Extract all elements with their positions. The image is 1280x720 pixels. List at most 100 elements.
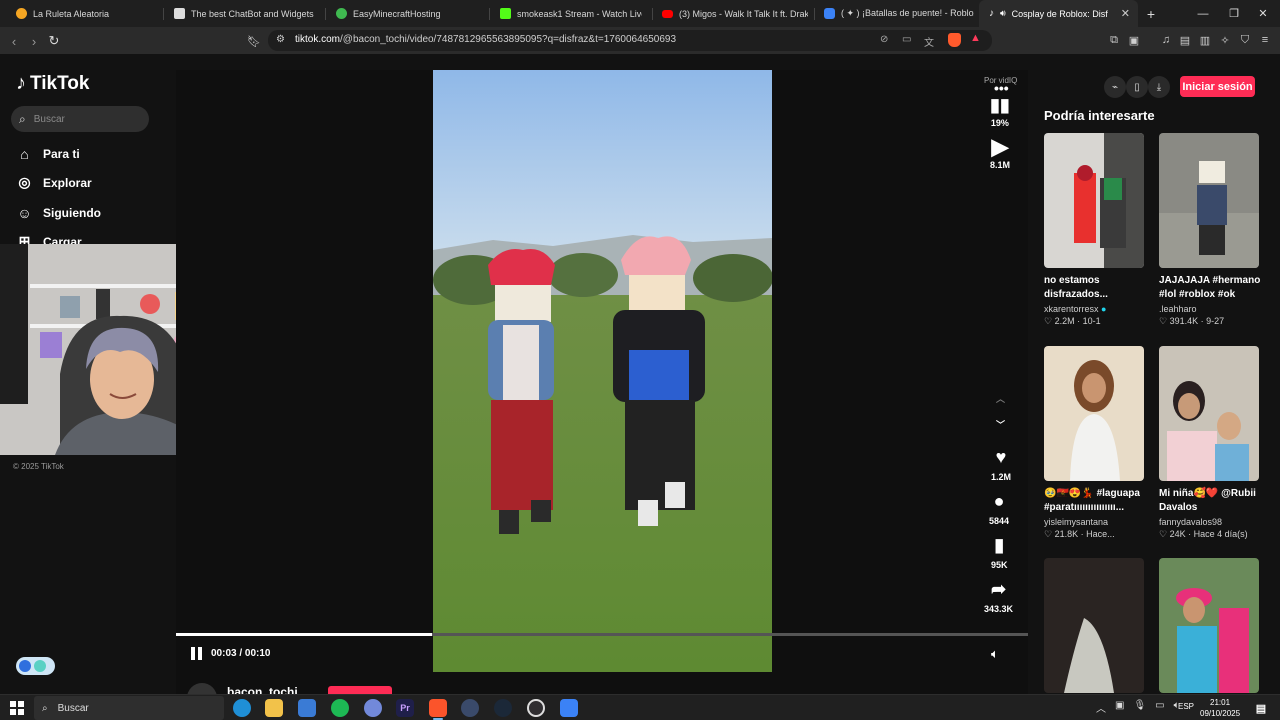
browser-tab-active[interactable]: ♪ 🔊︎ Cosplay de Roblox: Disfraces ✕ xyxy=(979,0,1138,27)
kick-icon xyxy=(500,8,511,19)
browser-tab[interactable]: La Ruleta Aleatoria xyxy=(6,0,158,27)
sidebar-icon[interactable]: ▤ xyxy=(1178,33,1192,47)
music-icon[interactable]: ♫ xyxy=(1159,33,1173,47)
browser-tab[interactable]: EasyMinecraftHosting xyxy=(326,0,486,27)
back-icon[interactable]: ‹ xyxy=(4,31,24,51)
suggested-video-card[interactable]: no estamos disfrazados... xkarentorresx … xyxy=(1044,133,1146,327)
video-thumbnail[interactable] xyxy=(1159,346,1259,481)
card-meta: ♡ 24K · Hace 4 día(s) xyxy=(1159,529,1248,539)
steam-icon[interactable] xyxy=(494,699,512,717)
save-button[interactable]: ▮ 95K xyxy=(991,536,1008,570)
suggested-video-card[interactable] xyxy=(1159,558,1261,693)
creator-tools-icon[interactable]: ⌁ xyxy=(1104,76,1126,98)
windows-start-icon[interactable] xyxy=(8,699,26,717)
taskbar-search[interactable]: ⌕ Buscar xyxy=(34,696,224,720)
follow-button[interactable] xyxy=(328,686,392,694)
spotify-icon[interactable] xyxy=(331,699,349,717)
vidiq-score[interactable]: ▮▮ 19% xyxy=(990,96,1010,128)
extensions-icon[interactable]: ⧉ xyxy=(1107,33,1121,47)
volume-icon[interactable]: 🔈︎ xyxy=(991,646,999,662)
ai-icon[interactable]: ✧ xyxy=(1218,33,1232,47)
download-icon[interactable]: ⤓ xyxy=(1148,76,1170,98)
brave-rewards-icon[interactable]: ▲ xyxy=(970,32,981,44)
roblox-icon[interactable] xyxy=(560,699,578,717)
browser-tab[interactable]: ( ✦ ) ¡Batallas de puente! - Roblox xyxy=(814,0,974,27)
video-thumbnail[interactable] xyxy=(1044,133,1144,268)
close-tab-icon[interactable]: ✕ xyxy=(1121,7,1130,20)
forward-icon[interactable]: › xyxy=(24,31,44,51)
app-icon[interactable] xyxy=(461,699,479,717)
like-button[interactable]: ♥ 1.2M xyxy=(991,448,1011,482)
notifications-icon[interactable]: ▤ xyxy=(1252,699,1270,717)
browser-tab[interactable]: (3) Migos - Walk It Talk It ft. Drake (O xyxy=(652,0,808,27)
comment-button[interactable]: ● 5844 xyxy=(989,492,1009,526)
clock[interactable]: 21:01 09/10/2025 xyxy=(1200,697,1240,719)
video-thumbnail[interactable] xyxy=(1159,558,1259,693)
site-settings-icon[interactable]: ⚙ xyxy=(276,34,285,45)
nav-item-explorar[interactable]: ◎ Explorar xyxy=(16,174,91,191)
discord-icon[interactable] xyxy=(364,699,382,717)
menu-icon[interactable]: ≡ xyxy=(1258,33,1272,47)
video-thumbnail[interactable] xyxy=(1159,133,1259,268)
cast-icon[interactable]: ▭ xyxy=(902,34,911,45)
suggested-video-card[interactable]: 🥹🇦🇴😍💃 #laguapa #paratııııııııııııııı... … xyxy=(1044,346,1146,540)
scroll-up-button[interactable]: ︿ xyxy=(996,392,1005,405)
tiktok-logo[interactable]: ♪ TikTok xyxy=(16,72,89,95)
share-button[interactable]: ➦ 343.3K xyxy=(984,580,1013,614)
obs-icon[interactable] xyxy=(527,699,545,717)
play-icon: ▶ xyxy=(991,134,1009,159)
video-thumbnail[interactable] xyxy=(1044,558,1144,693)
tab-title: Cosplay de Roblox: Disfraces xyxy=(1011,8,1108,19)
close-window-icon[interactable]: ✕ xyxy=(1246,0,1280,27)
new-tab-button[interactable]: + xyxy=(1134,0,1168,27)
network-icon[interactable]: ▭ xyxy=(1155,700,1164,715)
brave-shield-icon[interactable] xyxy=(948,33,961,47)
edge-icon[interactable] xyxy=(233,699,251,717)
browser-tab[interactable]: smokeask1 Stream - Watch Live on K xyxy=(490,0,642,27)
more-options-icon[interactable]: ••• xyxy=(994,80,1009,96)
mic-icon[interactable]: 🎙︎ xyxy=(1133,700,1146,715)
phone-icon[interactable]: ▯ xyxy=(1126,76,1148,98)
video-player[interactable]: Por vidIQ ••• ▮▮ 19% ▶ 8.1M ︿ ﹀ ♥ 1.2M ●… xyxy=(176,70,1028,694)
reader-icon[interactable]: ⊘ xyxy=(880,34,888,45)
pause-icon[interactable] xyxy=(191,647,205,661)
nav-item-siguiendo[interactable]: ☺ Siguiendo xyxy=(16,204,101,221)
file-explorer-icon[interactable] xyxy=(265,699,283,717)
wallet-icon[interactable]: ▣ xyxy=(1127,33,1141,47)
windows-taskbar: ⌕ Buscar Pr ︿ ▣ 🎙︎ ▭ 🔈︎ ESP 21:01 09/10/… xyxy=(0,694,1280,720)
tab-title: The best ChatBot and Widgets for K xyxy=(191,8,316,19)
minimize-icon[interactable]: — xyxy=(1186,0,1220,27)
address-bar[interactable]: ⚙ tiktok.com/@bacon_tochi/video/74878129… xyxy=(268,30,992,51)
reload-icon[interactable]: ↻ xyxy=(44,31,64,51)
login-button[interactable]: Iniciar sesión xyxy=(1180,76,1255,97)
app-tray-icon[interactable]: ▣ xyxy=(1115,700,1124,715)
language-indicator[interactable]: ESP xyxy=(1178,702,1194,711)
system-tray[interactable]: ︿ ▣ 🎙︎ ▭ 🔈︎ xyxy=(1096,700,1180,715)
wheel-icon xyxy=(16,8,27,19)
tab-title: ( ✦ ) ¡Batallas de puente! - Roblox xyxy=(841,8,974,18)
brave-icon[interactable] xyxy=(429,699,447,717)
chevron-up-icon[interactable]: ︿ xyxy=(1096,700,1106,715)
vpn-icon[interactable]: ⛉ xyxy=(1238,33,1252,47)
progress-bar[interactable] xyxy=(176,633,1028,636)
author-name[interactable]: bacon_tochi xyxy=(227,685,298,694)
premiere-icon[interactable]: Pr xyxy=(396,699,414,717)
card-user: fannydavalos98 xyxy=(1159,517,1223,527)
browser-tab[interactable]: The best ChatBot and Widgets for K xyxy=(164,0,316,27)
store-icon[interactable] xyxy=(298,699,316,717)
suggested-video-card[interactable]: Mi niña🥰❤️ @Rubii Davalos fannydavalos98… xyxy=(1159,346,1261,540)
assistant-toggle[interactable] xyxy=(16,657,55,675)
card-user: yisleimysantana xyxy=(1044,517,1109,527)
translate-icon[interactable]: 文 xyxy=(924,34,934,49)
scroll-down-button[interactable]: ﹀ xyxy=(996,418,1005,431)
search-input[interactable]: ⌕ Buscar xyxy=(11,106,149,132)
wallet2-icon[interactable]: ▥ xyxy=(1198,33,1212,47)
suggested-video-card[interactable]: JAJAJAJA #hermano #lol #roblox #ok .leah… xyxy=(1159,133,1261,327)
nav-item-para-ti[interactable]: ⌂ Para ti xyxy=(16,145,79,162)
bookmark-icon[interactable]: 🔖︎ xyxy=(244,31,264,51)
video-thumbnail[interactable] xyxy=(1044,346,1144,481)
tab-title: (3) Migos - Walk It Talk It ft. Drake (O xyxy=(679,8,808,19)
copyright-text: © 2025 TikTok xyxy=(13,462,64,471)
suggested-video-card[interactable] xyxy=(1044,558,1146,693)
video-frame[interactable] xyxy=(433,70,772,672)
